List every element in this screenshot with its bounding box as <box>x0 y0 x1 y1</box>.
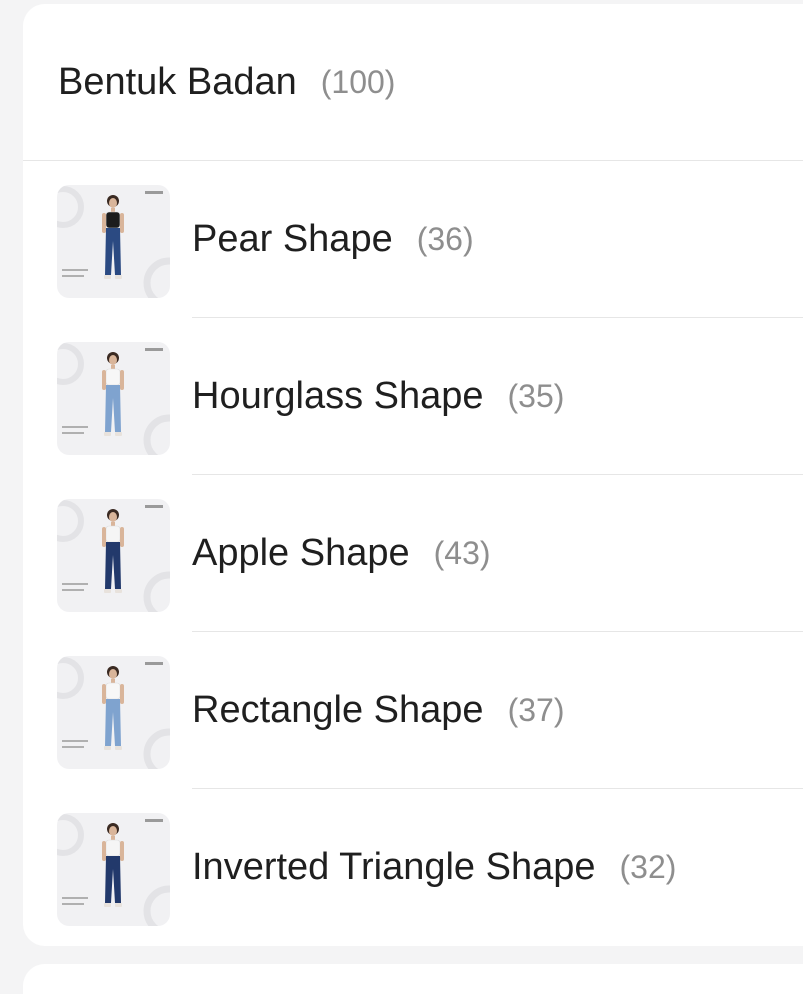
subcategory-label: Apple Shape <box>192 532 410 574</box>
subcategory-count: (32) <box>619 849 677 885</box>
category-header[interactable]: Bentuk Badan (100) <box>23 4 803 161</box>
subcategory-item-pear-shape[interactable]: Pear Shape (36) <box>23 161 803 318</box>
subcategory-label: Hourglass Shape <box>192 375 484 417</box>
subcategory-list: Pear Shape (36) Hourglass Shape (35) App… <box>23 161 803 946</box>
subcategory-item-apple-shape[interactable]: Apple Shape (43) <box>23 475 803 632</box>
category-count: (100) <box>320 63 396 100</box>
subcategory-item-hourglass-shape[interactable]: Hourglass Shape (35) <box>23 318 803 475</box>
product-thumbnail <box>57 813 170 926</box>
subcategory-count: (35) <box>507 378 565 414</box>
subcategory-label: Pear Shape <box>192 218 393 260</box>
subcategory-item-inverted-triangle-shape[interactable]: Inverted Triangle Shape (32) <box>23 789 803 946</box>
subcategory-label: Rectangle Shape <box>192 689 484 731</box>
category-title: Bentuk Badan <box>58 60 297 103</box>
subcategory-count: (37) <box>507 692 565 728</box>
subcategory-label: Inverted Triangle Shape <box>192 846 596 888</box>
body-shape-category-card: Bentuk Badan (100) Pear Shape (36) Hourg… <box>23 4 803 946</box>
product-thumbnail <box>57 499 170 612</box>
product-thumbnail <box>57 185 170 298</box>
product-thumbnail <box>57 656 170 769</box>
subcategory-count: (36) <box>416 221 474 257</box>
subcategory-count: (43) <box>433 535 491 571</box>
next-card-edge <box>23 964 803 994</box>
product-thumbnail <box>57 342 170 455</box>
subcategory-item-rectangle-shape[interactable]: Rectangle Shape (37) <box>23 632 803 789</box>
